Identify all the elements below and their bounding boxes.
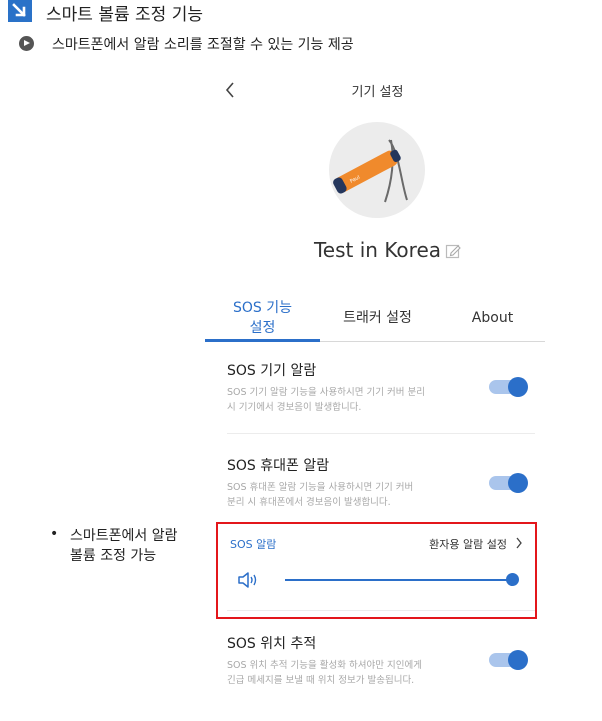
volume-slider-handle[interactable] (506, 573, 519, 586)
tab-sos-settings[interactable]: SOS 기능 설정 (205, 298, 320, 338)
bullet: • (50, 526, 59, 542)
divider (227, 433, 535, 434)
tab-label: 설정 (249, 320, 276, 336)
setting-desc-line: 시 기기에서 경보음이 발생합니다. (227, 402, 362, 413)
alarm-label: SOS 알람 (230, 538, 277, 551)
setting-description: SOS 휴대폰 알람 기능을 사용하시면 기기 커버 분리 시 휴대폰에서 경보… (227, 480, 447, 510)
subtitle: 스마트폰에서 알람 소리를 조절할 수 있는 기능 제공 (52, 37, 354, 53)
device-avatar: Paul (329, 122, 425, 218)
divider (227, 610, 535, 611)
setting-desc-line: SOS 위치 추적 기능을 활성화 하셔야만 지인에게 (227, 660, 422, 671)
sos-device-alarm-toggle[interactable] (489, 377, 528, 397)
tab-about[interactable]: About (435, 308, 550, 328)
device-name: Test in Korea (313, 238, 442, 262)
patient-alarm-settings-link[interactable]: 환자용 알람 설정 (429, 536, 507, 552)
setting-desc-line: SOS 휴대폰 알람 기능을 사용하시면 기기 커버 (227, 482, 414, 493)
arrow-down-right-icon (8, 0, 32, 22)
tab-tracker-settings[interactable]: 트래커 설정 (320, 308, 435, 328)
tab-label: SOS 기능 (232, 300, 292, 316)
sos-location-tracking-toggle[interactable] (489, 650, 528, 670)
setting-title: SOS 기기 알람 (227, 363, 317, 379)
setting-desc-line: SOS 기기 알람 기능을 사용하시면 기기 커버 분리 (227, 387, 425, 398)
setting-description: SOS 기기 알람 기능을 사용하시면 기기 커버 분리 시 기기에서 경보음이… (227, 385, 447, 415)
edit-icon[interactable] (445, 243, 461, 259)
setting-description: SOS 위치 추적 기능을 활성화 하셔야만 지인에게 긴급 메세지를 보낼 때… (227, 658, 447, 688)
play-circle-icon (19, 36, 34, 51)
side-note: 스마트폰에서 알람 볼륨 조정 가능 (70, 526, 178, 566)
tab-active-indicator (205, 339, 320, 342)
setting-title: SOS 위치 추적 (227, 636, 317, 652)
toggle-knob (508, 650, 528, 670)
sos-phone-alarm-toggle[interactable] (489, 473, 528, 493)
page-title: 스마트 볼륨 조정 기능 (46, 5, 203, 25)
speaker-icon (238, 572, 257, 588)
setting-desc-line: 분리 시 휴대폰에서 경보음이 발생합니다. (227, 497, 391, 508)
phone-screen: 기기 설정 Paul Test in Korea SOS 기능 설정 트래커 설… (205, 65, 550, 721)
setting-title: SOS 휴대폰 알람 (227, 458, 330, 474)
chevron-right-icon[interactable] (515, 537, 523, 549)
side-note-line: 볼륨 조정 가능 (70, 548, 157, 564)
setting-desc-line: 긴급 메세지를 보낼 때 위치 정보가 발송됩니다. (227, 675, 415, 686)
toggle-knob (508, 473, 528, 493)
screen-title: 기기 설정 (351, 85, 404, 100)
toggle-knob (508, 377, 528, 397)
alarm-volume-section: SOS 알람 환자용 알람 설정 (216, 522, 537, 619)
side-note-line: 스마트폰에서 알람 (70, 528, 178, 544)
volume-slider-track[interactable] (285, 579, 513, 581)
